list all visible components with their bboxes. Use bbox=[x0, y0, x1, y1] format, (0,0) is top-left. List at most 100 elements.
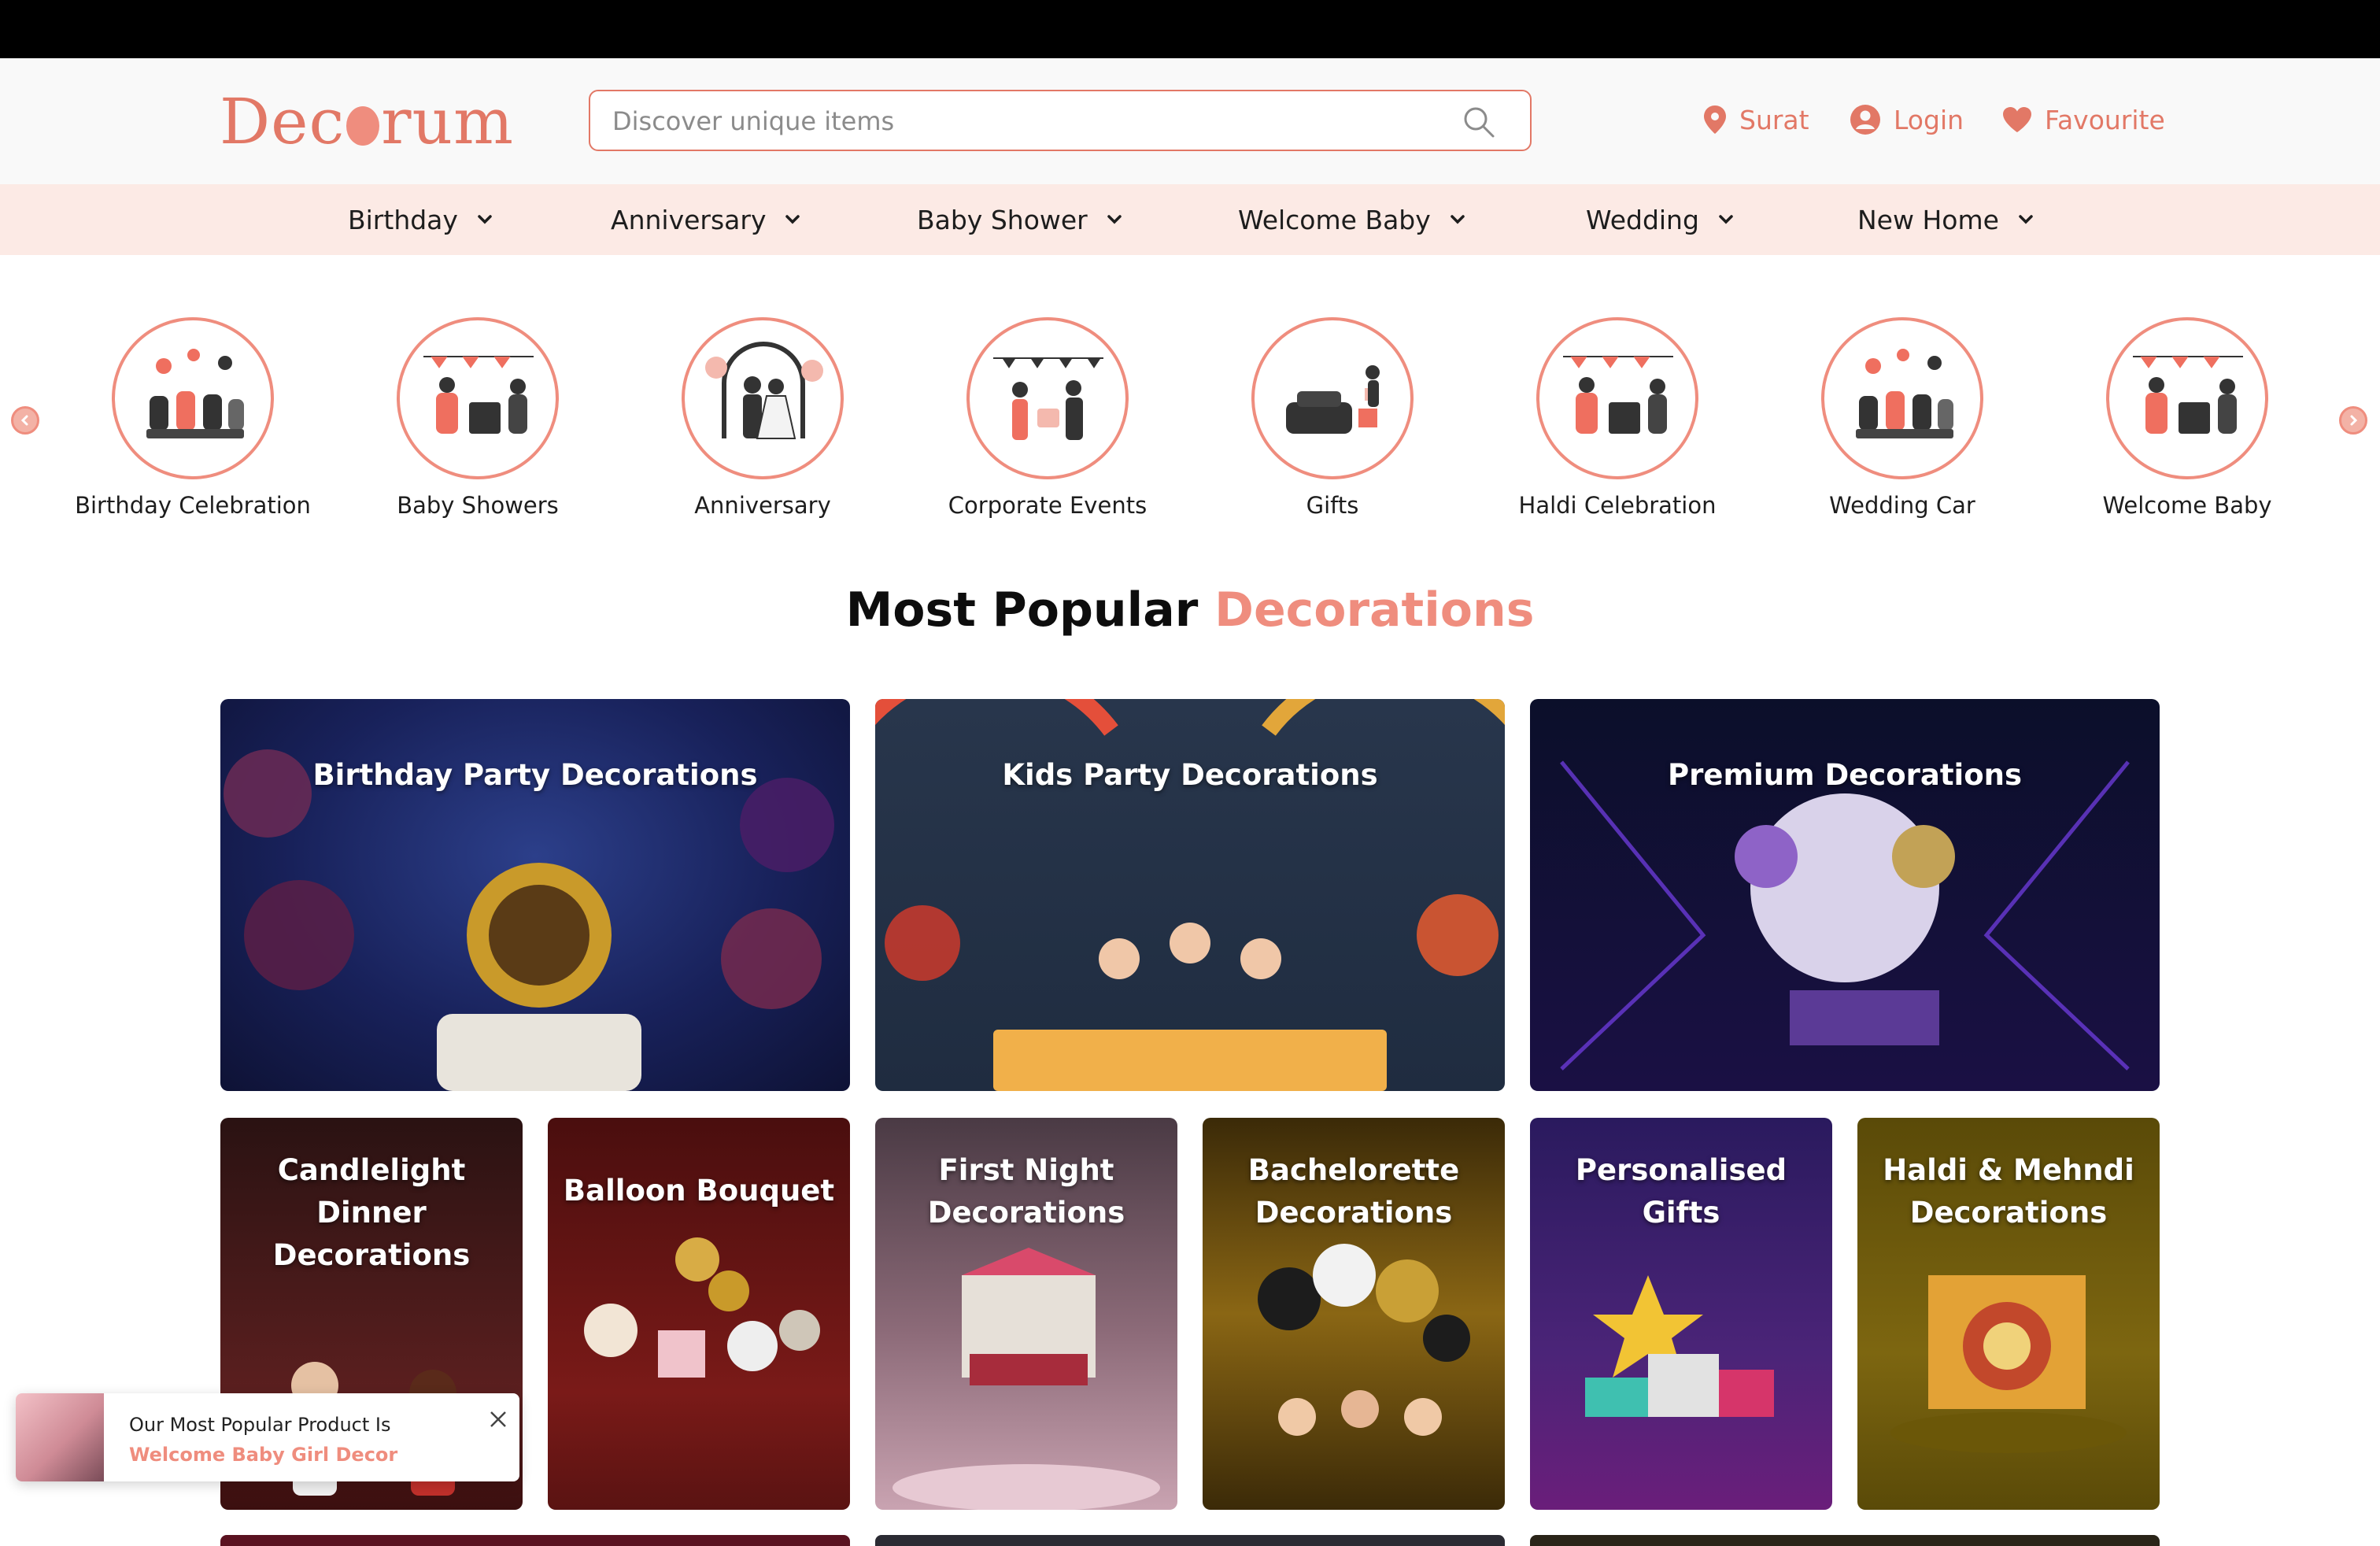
category-carousel: Birthday Celebration Baby Showers Annive… bbox=[0, 307, 2380, 543]
category-label: Haldi Celebration bbox=[1518, 492, 1717, 519]
card-title: First Night Decorations bbox=[875, 1149, 1177, 1234]
category-illustration bbox=[966, 317, 1129, 479]
category-welcome-baby[interactable]: Welcome Baby bbox=[2046, 307, 2329, 519]
couple-illustration-icon bbox=[705, 342, 823, 439]
section-title: Most Popular Decorations bbox=[0, 583, 2380, 638]
nav-welcome-baby[interactable]: Welcome Baby bbox=[1238, 184, 1465, 255]
popular-product-toast[interactable]: Our Most Popular Product Is Welcome Baby… bbox=[16, 1393, 519, 1481]
nav-new-home[interactable]: New Home bbox=[1857, 184, 2034, 255]
category-label: Corporate Events bbox=[948, 492, 1148, 519]
section-title-main: Most Popular bbox=[845, 583, 1199, 638]
nav-label: Anniversary bbox=[611, 204, 767, 235]
card-kids-party-decorations[interactable]: Kids Party Decorations bbox=[875, 699, 1505, 1091]
category-haldi-celebration[interactable]: Haldi Celebration bbox=[1476, 307, 1759, 519]
favourite-link[interactable]: Favourite bbox=[2002, 96, 2165, 143]
chevron-down-icon bbox=[1719, 215, 1733, 224]
card-title-line: Haldi & Mehndi bbox=[1883, 1153, 2134, 1187]
favourite-label: Favourite bbox=[2045, 104, 2165, 135]
card-title: Kids Party Decorations bbox=[1002, 758, 1378, 792]
card-balloon-bouquet[interactable]: Balloon Bouquet bbox=[548, 1118, 850, 1510]
card-title: Bachelorette Decorations bbox=[1203, 1149, 1505, 1234]
category-illustration bbox=[682, 317, 844, 479]
category-birthday-celebration[interactable]: Birthday Celebration bbox=[51, 307, 334, 519]
nav-birthday[interactable]: Birthday bbox=[348, 184, 493, 255]
card-title-line: Candlelight Dinner bbox=[277, 1153, 466, 1230]
search-input[interactable] bbox=[611, 91, 1432, 151]
category-illustration bbox=[2106, 317, 2268, 479]
location-pin-icon bbox=[1704, 105, 1726, 134]
corporate-illustration-icon bbox=[993, 357, 1103, 440]
card-title: Candlelight Dinner Decorations bbox=[220, 1149, 523, 1277]
party-illustration-icon bbox=[1856, 349, 1953, 438]
card-title-line: Decorations bbox=[1255, 1196, 1453, 1230]
browser-top-bar bbox=[0, 0, 2380, 58]
category-label: Wedding Car bbox=[1829, 492, 1975, 519]
location-link[interactable]: Surat bbox=[1703, 96, 1809, 143]
chevron-down-icon bbox=[785, 215, 800, 224]
category-illustration bbox=[1821, 317, 1983, 479]
card-personalised-gifts[interactable]: Personalised Gifts bbox=[1530, 1118, 1832, 1510]
category-label: Welcome Baby bbox=[2102, 492, 2272, 519]
card-haldi-mehndi-decorations[interactable]: Haldi & Mehndi Decorations bbox=[1857, 1118, 2160, 1510]
card-premium-decorations[interactable]: Premium Decorations bbox=[1530, 699, 2160, 1091]
category-label: Gifts bbox=[1306, 492, 1359, 519]
nav-baby-shower[interactable]: Baby Shower bbox=[917, 184, 1122, 255]
card-birthday-party-decorations[interactable]: Birthday Party Decorations bbox=[220, 699, 850, 1091]
haldi-illustration-icon bbox=[1563, 356, 1673, 434]
card-next-row-peek bbox=[220, 1535, 850, 1546]
welcome-baby-illustration-icon bbox=[2133, 356, 2243, 434]
chevron-down-icon bbox=[478, 215, 492, 224]
card-title: Birthday Party Decorations bbox=[312, 758, 758, 792]
login-label: Login bbox=[1894, 104, 1964, 135]
section-title-accent: Decorations bbox=[1214, 583, 1535, 638]
site-header: Decrum Surat Login Favourite bbox=[0, 58, 2380, 184]
logo-text-start: Dec bbox=[220, 84, 346, 158]
category-label: Birthday Celebration bbox=[75, 492, 311, 519]
close-icon[interactable] bbox=[488, 1409, 508, 1429]
search-icon[interactable] bbox=[1462, 105, 1495, 139]
card-next-row-peek bbox=[875, 1535, 1505, 1546]
category-corporate-events[interactable]: Corporate Events bbox=[906, 307, 1189, 519]
nav-anniversary[interactable]: Anniversary bbox=[611, 184, 800, 255]
card-title: Balloon Bouquet bbox=[563, 1174, 835, 1208]
logo-text-end: rum bbox=[381, 84, 514, 158]
category-illustration bbox=[112, 317, 274, 479]
category-illustration bbox=[1536, 317, 1698, 479]
login-link[interactable]: Login bbox=[1850, 96, 1964, 143]
toast-message: Our Most Popular Product Is bbox=[129, 1414, 391, 1436]
baby-shower-illustration-icon bbox=[423, 356, 534, 434]
category-gifts[interactable]: Gifts bbox=[1191, 307, 1474, 519]
card-title-line: Decorations bbox=[1909, 1196, 2108, 1230]
party-illustration-icon bbox=[146, 349, 244, 438]
card-title-line: Bachelorette bbox=[1247, 1153, 1460, 1187]
category-wedding-car[interactable]: Wedding Car bbox=[1761, 307, 2044, 519]
card-title-line: Decorations bbox=[272, 1238, 471, 1272]
card-title: Personalised Gifts bbox=[1530, 1149, 1832, 1234]
category-illustration bbox=[1251, 317, 1414, 479]
decorum-logo[interactable]: Dec rum bbox=[220, 83, 514, 159]
nav-label: Birthday bbox=[348, 204, 458, 235]
nav-label: Wedding bbox=[1586, 204, 1699, 235]
card-next-row-peek bbox=[1530, 1535, 2160, 1546]
nav-label: Baby Shower bbox=[917, 204, 1088, 235]
toast-product-name[interactable]: Welcome Baby Girl Decor bbox=[129, 1444, 397, 1466]
category-baby-showers[interactable]: Baby Showers bbox=[336, 307, 619, 519]
nav-label: New Home bbox=[1857, 204, 1999, 235]
product-thumbnail bbox=[16, 1393, 104, 1481]
nav-wedding[interactable]: Wedding bbox=[1586, 184, 1734, 255]
user-icon bbox=[1850, 105, 1880, 135]
chevron-down-icon bbox=[2019, 215, 2033, 224]
chevron-down-icon bbox=[1451, 215, 1465, 224]
category-anniversary[interactable]: Anniversary bbox=[621, 307, 904, 519]
card-title: Premium Decorations bbox=[1668, 758, 2022, 792]
card-title-line: Personalised bbox=[1575, 1153, 1787, 1187]
card-bachelorette-decorations[interactable]: Bachelorette Decorations bbox=[1203, 1118, 1505, 1510]
category-label: Baby Showers bbox=[397, 492, 559, 519]
card-first-night-decorations[interactable]: First Night Decorations bbox=[875, 1118, 1177, 1510]
location-label: Surat bbox=[1739, 104, 1809, 135]
category-label: Anniversary bbox=[694, 492, 831, 519]
category-illustration bbox=[397, 317, 559, 479]
logo-balloon-icon bbox=[346, 106, 380, 146]
gifts-illustration-icon bbox=[1286, 365, 1380, 434]
heart-icon bbox=[2003, 107, 2031, 132]
